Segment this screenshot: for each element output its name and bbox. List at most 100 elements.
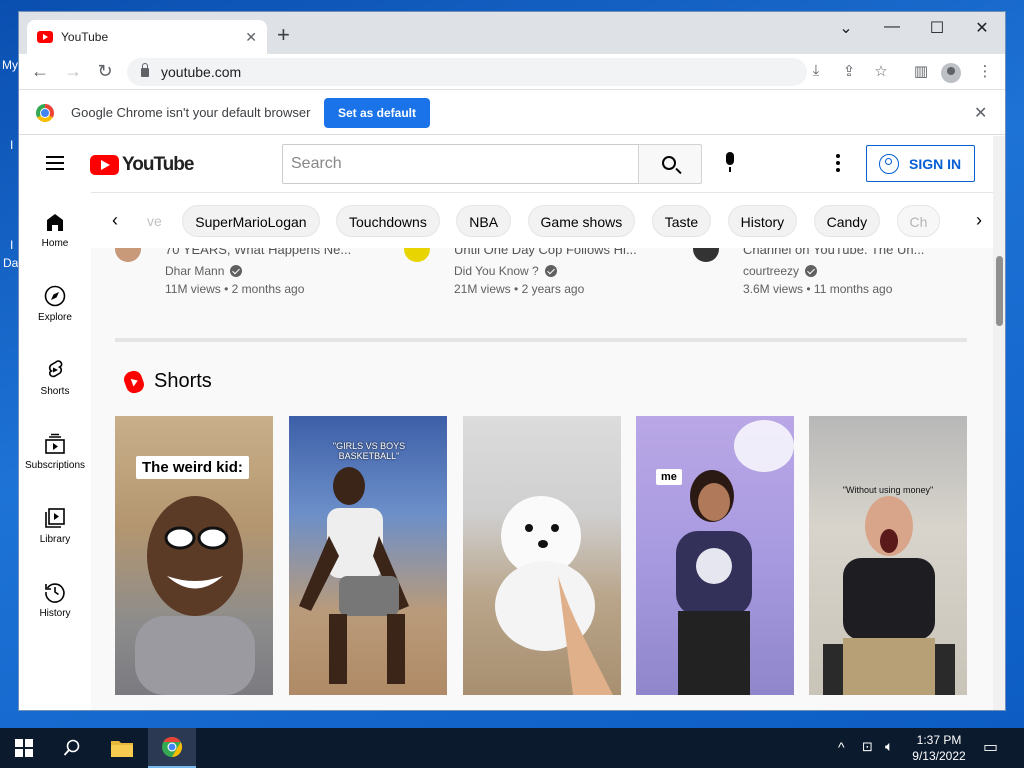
home-icon xyxy=(43,210,67,234)
clock-date: 9/13/2022 xyxy=(912,749,966,763)
minimize-button[interactable]: — xyxy=(877,18,907,36)
sign-in-button[interactable]: SIGN IN xyxy=(866,145,975,182)
verified-icon xyxy=(805,265,818,277)
clock-time: 1:37 PM xyxy=(916,733,962,747)
short-thumbnail[interactable]: "GIRLS VS BOYS BASKETBALL" xyxy=(289,416,447,695)
sidebar-item-history[interactable]: History xyxy=(19,562,91,636)
sidebar-item-library[interactable]: Library xyxy=(19,488,91,562)
close-tab-icon[interactable]: ✕ xyxy=(245,29,257,46)
desktop-icon-label[interactable]: I xyxy=(10,138,13,152)
install-app-icon[interactable]: ⤓ xyxy=(805,62,827,79)
chrome-taskbar-button[interactable] xyxy=(148,728,196,768)
lock-icon[interactable] xyxy=(141,62,149,77)
verified-icon xyxy=(230,265,243,277)
tab-youtube[interactable]: YouTube ✕ xyxy=(27,20,267,54)
back-button[interactable]: ← xyxy=(29,61,51,81)
chip[interactable]: History xyxy=(727,205,798,237)
video-meta: 3.6M views • 11 months ago xyxy=(743,282,893,296)
channel-name-text: Did You Know ? xyxy=(454,264,539,278)
chip[interactable]: Ch xyxy=(896,205,941,237)
short-caption: "Without using money" xyxy=(842,485,934,495)
voice-search-icon[interactable] xyxy=(724,152,736,174)
new-tab-button[interactable]: + xyxy=(277,24,290,46)
search-button[interactable] xyxy=(638,144,702,184)
view-count: 11M views xyxy=(165,282,221,296)
system-clock[interactable]: 1:37 PM 9/13/2022 xyxy=(908,732,970,764)
profile-avatar-icon[interactable] xyxy=(941,63,961,83)
settings-more-icon[interactable] xyxy=(836,154,840,175)
channel-name[interactable]: Dhar Mann xyxy=(165,264,243,278)
taskbar-search-button[interactable] xyxy=(48,728,96,768)
short-thumbnail-image xyxy=(823,496,955,695)
network-icon[interactable]: ⊡ xyxy=(862,739,873,755)
upload-age: 2 years ago xyxy=(521,282,585,296)
channel-avatar[interactable] xyxy=(115,248,141,262)
desktop-icon-label[interactable]: My xyxy=(2,58,18,72)
set-as-default-button[interactable]: Set as default xyxy=(324,98,430,128)
address-bar[interactable]: youtube.com xyxy=(127,58,807,86)
video-meta: 21M views • 2 years ago xyxy=(454,282,585,296)
scrollbar-thumb[interactable] xyxy=(996,256,1003,326)
share-icon[interactable]: ⇪ xyxy=(838,62,860,80)
close-window-button[interactable]: ✕ xyxy=(967,18,997,38)
upload-age: 2 months ago xyxy=(231,282,305,296)
mini-guide-sidebar: Home Explore Shorts Subscriptions Librar… xyxy=(19,192,91,710)
close-infobar-icon[interactable]: ✕ xyxy=(974,103,987,123)
reload-button[interactable]: ↻ xyxy=(94,61,116,81)
short-thumbnail[interactable]: "Without using money" xyxy=(809,416,967,695)
video-title[interactable]: Until One Day Cop Follows Hi... xyxy=(454,248,654,257)
chrome-menu-icon[interactable]: ⋮ xyxy=(974,62,996,80)
section-divider xyxy=(115,338,967,342)
sidebar-item-explore[interactable]: Explore xyxy=(19,266,91,340)
chevron-left-icon[interactable]: ‹ xyxy=(105,210,125,231)
default-browser-infobar: Google Chrome isn't your default browser… xyxy=(19,91,1005,135)
explore-icon xyxy=(43,284,67,308)
page-scrollbar[interactable] xyxy=(993,136,1005,710)
notification-icon[interactable]: ▭ xyxy=(983,737,998,757)
show-hidden-icons-icon[interactable]: ^ xyxy=(838,739,845,755)
account-icon xyxy=(879,153,899,174)
chip[interactable]: Touchdowns xyxy=(336,205,440,237)
chip[interactable]: Game shows xyxy=(527,205,636,237)
volume-icon[interactable]: 🔈︎ xyxy=(885,738,893,755)
tab-search-icon[interactable]: ⌄ xyxy=(831,18,861,38)
chevron-right-icon[interactable]: › xyxy=(969,210,989,231)
channel-avatar[interactable] xyxy=(693,248,719,262)
channel-name[interactable]: Did You Know ? xyxy=(454,264,557,278)
chip[interactable]: Taste xyxy=(651,205,712,237)
sidebar-item-subscriptions[interactable]: Subscriptions xyxy=(19,414,91,488)
maximize-button[interactable]: ☐ xyxy=(922,18,952,38)
video-title[interactable]: 70 YEARS, What Happens Ne... xyxy=(165,248,365,257)
side-panel-icon[interactable]: ▥ xyxy=(910,62,932,80)
tab-strip: YouTube ✕ + ⌄ — ☐ ✕ xyxy=(19,12,1005,54)
short-thumbnail[interactable]: me xyxy=(636,416,794,695)
sidebar-item-label: Explore xyxy=(38,312,72,323)
search-input[interactable] xyxy=(291,155,591,173)
chip[interactable]: ve xyxy=(143,205,166,237)
chip[interactable]: NBA xyxy=(456,205,512,237)
chip[interactable]: SuperMarioLogan xyxy=(182,205,320,237)
chip[interactable]: Candy xyxy=(813,205,881,237)
video-title[interactable]: Channel on YouTube. The Un... xyxy=(743,248,943,257)
view-count: 3.6M views xyxy=(743,282,804,296)
sign-in-label: SIGN IN xyxy=(909,155,962,172)
bookmark-star-icon[interactable]: ☆ xyxy=(870,62,892,80)
browser-toolbar: ← → ↻ youtube.com ⤓ ⇪ ☆ ▥ ⋮ xyxy=(19,54,1005,90)
sidebar-item-home[interactable]: Home xyxy=(19,192,91,266)
channel-avatar[interactable] xyxy=(404,248,430,262)
search-icon xyxy=(662,156,676,170)
start-button[interactable] xyxy=(0,728,48,768)
youtube-page: YouTube SIGN IN Home xyxy=(19,136,993,710)
desktop-icon-label[interactable]: I xyxy=(10,238,13,252)
verified-icon xyxy=(544,265,557,277)
channel-name[interactable]: courtreezy xyxy=(743,264,818,278)
video-meta: 11M views • 2 months ago xyxy=(165,282,305,296)
desktop-icon-label[interactable]: Da xyxy=(3,256,18,270)
short-thumbnail[interactable]: The weird kid: xyxy=(115,416,273,695)
menu-icon[interactable] xyxy=(46,156,64,170)
short-thumbnail[interactable] xyxy=(463,416,621,695)
file-explorer-button[interactable] xyxy=(98,728,146,768)
forward-button[interactable]: → xyxy=(62,61,84,81)
sidebar-item-shorts[interactable]: Shorts xyxy=(19,340,91,414)
youtube-logo[interactable]: YouTube xyxy=(90,154,194,176)
